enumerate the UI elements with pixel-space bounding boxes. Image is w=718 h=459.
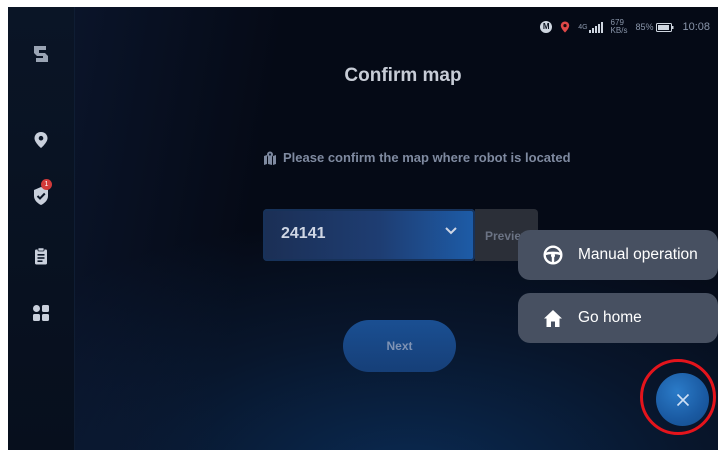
chevron-down-icon	[445, 227, 457, 235]
map-pin-icon	[264, 151, 276, 165]
map-hint-text: Please confirm the map where robot is lo…	[283, 150, 571, 165]
signal-bars-icon	[588, 21, 603, 33]
battery-indicator: 85%	[635, 22, 674, 32]
sidebar-item-tasks[interactable]	[29, 244, 53, 268]
location-status-icon	[561, 21, 570, 33]
next-button[interactable]: Next	[343, 320, 456, 372]
manual-operation-label: Manual operation	[578, 246, 698, 263]
go-home-label: Go home	[578, 309, 642, 326]
battery-icon	[656, 22, 674, 32]
location-pin-icon	[34, 132, 48, 148]
app-window: 1 M 4G 679 KB/s 85% 10:08 Confirm map Pl…	[8, 7, 718, 450]
page-title: Confirm map	[344, 65, 462, 86]
sidebar-item-location[interactable]	[29, 128, 53, 152]
map-select[interactable]: 24141	[263, 209, 475, 261]
close-icon	[676, 393, 689, 406]
clock: 10:08	[682, 21, 710, 33]
data-speed: 679 KB/s	[610, 18, 628, 35]
steering-wheel-icon	[542, 244, 564, 266]
home-icon	[542, 307, 564, 329]
sidebar-item-security[interactable]: 1	[29, 179, 53, 208]
clipboard-icon	[35, 247, 47, 265]
app-logo	[29, 42, 53, 66]
map-hint: Please confirm the map where robot is lo…	[263, 150, 571, 165]
map-select-value: 24141	[281, 225, 326, 242]
close-fab-button[interactable]	[656, 373, 709, 426]
network-type: 4G	[578, 23, 588, 31]
go-home-button[interactable]: Go home	[518, 293, 718, 343]
signal-indicator: 4G	[578, 21, 603, 33]
m-indicator-icon: M	[540, 21, 553, 33]
sidebar-item-apps[interactable]	[29, 301, 53, 325]
notification-badge: 1	[41, 179, 52, 190]
manual-operation-button[interactable]: Manual operation	[518, 230, 718, 280]
status-bar: M 4G 679 KB/s 85% 10:08	[540, 19, 710, 35]
apps-grid-icon	[33, 305, 49, 321]
